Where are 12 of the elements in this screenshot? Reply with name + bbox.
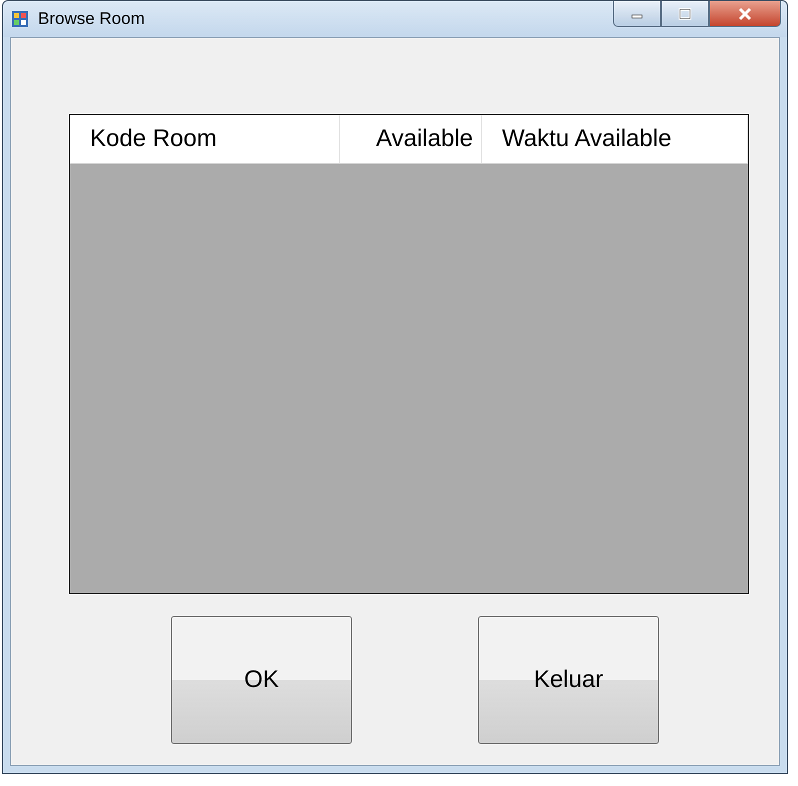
window-title: Browse Room [38,9,145,29]
exit-button[interactable]: Keluar [478,616,659,744]
ok-button[interactable]: OK [171,616,352,744]
column-header[interactable]: Kode Room [70,115,340,163]
column-header[interactable]: Available [340,115,482,163]
column-header[interactable]: Waktu Available [482,115,748,163]
app-icon [11,10,29,28]
minimize-button[interactable] [613,1,661,27]
maximize-button[interactable] [661,1,709,27]
close-button[interactable] [709,1,781,27]
close-icon [737,6,753,20]
maximize-icon [678,8,692,20]
